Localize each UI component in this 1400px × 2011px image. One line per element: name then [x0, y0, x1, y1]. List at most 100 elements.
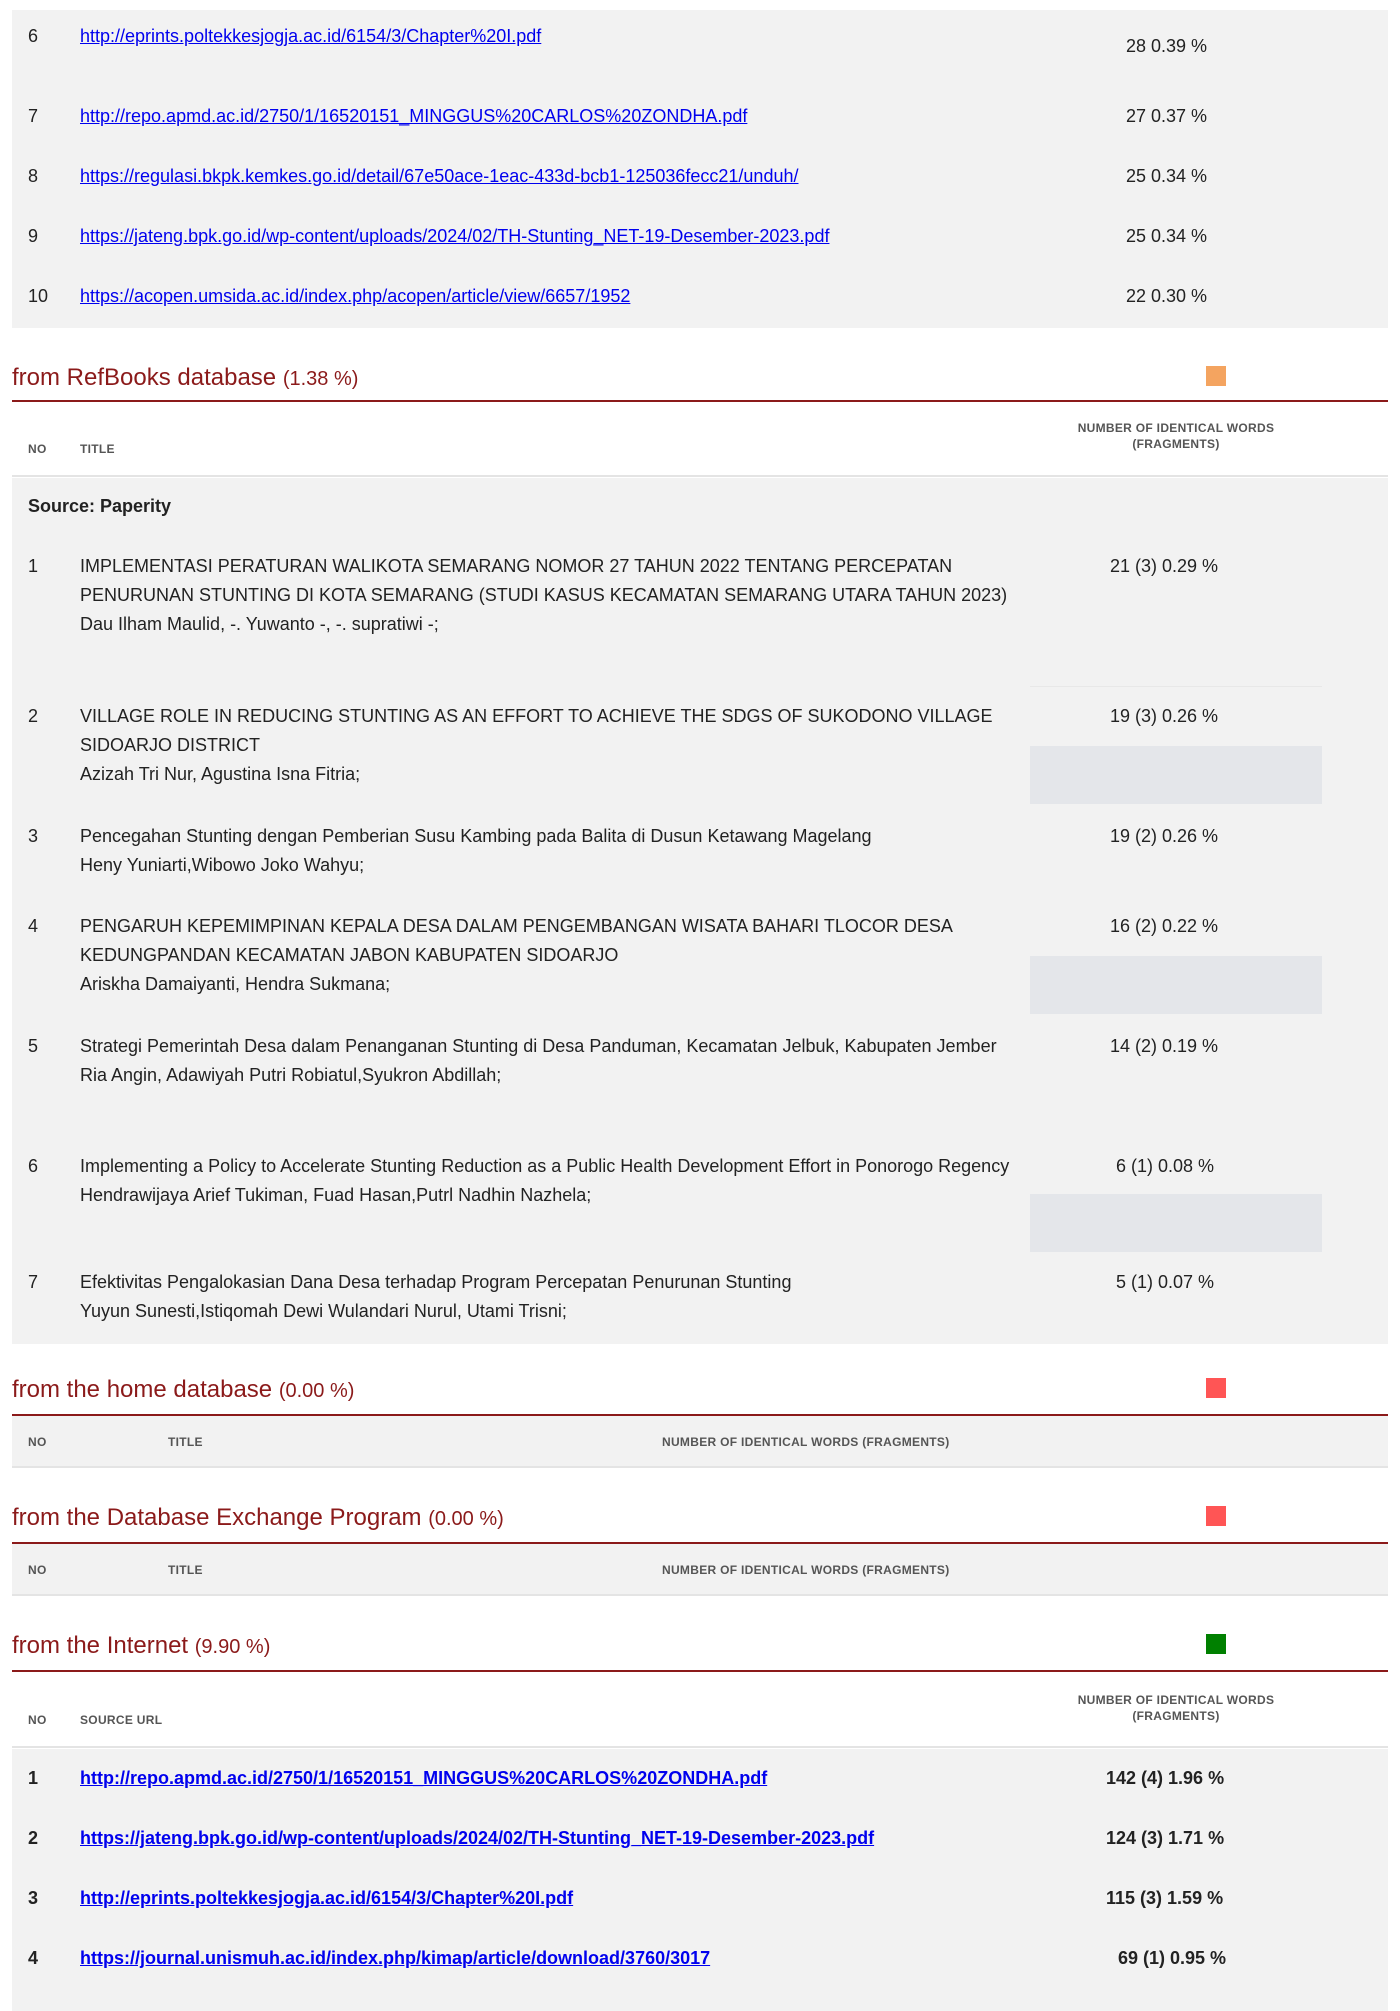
- book-entry: Efektivitas Pengalokasian Dana Desa terh…: [80, 1268, 1010, 1326]
- row-number: 9: [28, 226, 39, 246]
- match-count: 25 0.34 %: [1126, 166, 1208, 186]
- book-title: Implementing a Policy to Accelerate Stun…: [80, 1156, 1010, 1176]
- header-rule: [12, 1594, 1388, 1596]
- column-header-no: NO: [28, 1713, 47, 1727]
- column-header-url: SOURCE URL: [80, 1713, 163, 1727]
- book-entry: Pencegahan Stunting dengan Pemberian Sus…: [80, 822, 1010, 880]
- column-header-count: NUMBER OF IDENTICAL WORDS (FRAGMENTS): [1036, 1692, 1316, 1724]
- match-count: 28 0.39 %: [1126, 36, 1208, 56]
- source-link[interactable]: http://eprints.poltekkesjogja.ac.id/6154…: [80, 26, 541, 47]
- table-row: 7 http://repo.apmd.ac.id/2750/1/16520151…: [0, 106, 1400, 136]
- match-count: 69 (1) 0.95 %: [1118, 1948, 1227, 1968]
- column-header-title: TITLE: [80, 442, 115, 456]
- match-count: 142 (4) 1.96 %: [1106, 1768, 1225, 1788]
- source-link[interactable]: http://repo.apmd.ac.id/2750/1/16520151_M…: [80, 106, 747, 127]
- section-title-text: from the Internet: [12, 1632, 189, 1659]
- exchange-color-swatch: [1206, 1506, 1226, 1526]
- row-number: 8: [28, 166, 39, 186]
- match-count: 6 (1) 0.08 %: [1116, 1156, 1215, 1176]
- match-count: 22 0.30 %: [1126, 286, 1208, 306]
- column-header-count-line1: NUMBER OF IDENTICAL WORDS: [1077, 1693, 1275, 1707]
- row-number: 5: [28, 1036, 39, 1056]
- home-color-swatch: [1206, 1378, 1226, 1398]
- table-row: 6 http://eprints.poltekkesjogja.ac.id/61…: [0, 26, 1400, 56]
- section-title-text: from RefBooks database: [12, 364, 277, 391]
- book-title: IMPLEMENTASI PERATURAN WALIKOTA SEMARANG…: [80, 556, 1008, 605]
- column-header-title: TITLE: [168, 1563, 203, 1577]
- section-title-text: from the Database Exchange Program: [12, 1504, 422, 1531]
- book-entry: VILLAGE ROLE IN REDUCING STUNTING AS AN …: [80, 702, 1010, 789]
- row-number: 4: [28, 1948, 39, 1968]
- row-number: 1: [28, 556, 39, 576]
- table-row: 8 https://regulasi.bkpk.kemkes.go.id/det…: [0, 166, 1400, 196]
- match-count: 14 (2) 0.19 %: [1110, 1036, 1219, 1056]
- match-count: 25 0.34 %: [1126, 226, 1208, 246]
- book-authors: Hendrawijaya Arief Tukiman, Fuad Hasan,P…: [80, 1185, 592, 1205]
- book-entry: PENGARUH KEPEMIMPINAN KEPALA DESA DALAM …: [80, 912, 1010, 999]
- column-header-title: TITLE: [168, 1435, 203, 1449]
- row-number: 4: [28, 916, 39, 936]
- source-link[interactable]: https://jateng.bpk.go.id/wp-content/uplo…: [80, 1828, 874, 1849]
- source-link[interactable]: https://journal.unismuh.ac.id/index.php/…: [80, 1948, 710, 1969]
- column-header-count-line2: (FRAGMENTS): [1132, 437, 1220, 451]
- book-authors: Heny Yuniarti,Wibowo Joko Wahyu;: [80, 855, 365, 875]
- row-number: 2: [28, 706, 39, 726]
- row-number: 10: [28, 286, 49, 306]
- row-separator: [1030, 686, 1322, 687]
- report-page: 6 http://eprints.poltekkesjogja.ac.id/61…: [0, 0, 1400, 2011]
- book-title: VILLAGE ROLE IN REDUCING STUNTING AS AN …: [80, 706, 993, 755]
- section-percent: (1.38 %): [282, 368, 359, 390]
- table-row: 9 https://jateng.bpk.go.id/wp-content/up…: [0, 226, 1400, 256]
- match-count: 115 (3) 1.59 %: [1106, 1888, 1224, 1908]
- source-link[interactable]: https://regulasi.bkpk.kemkes.go.id/detai…: [80, 166, 798, 187]
- table-row: 10 https://acopen.umsida.ac.id/index.php…: [0, 286, 1400, 316]
- column-header-count-line1: NUMBER OF IDENTICAL WORDS: [1077, 421, 1275, 435]
- match-count: 19 (3) 0.26 %: [1110, 706, 1219, 726]
- source-link[interactable]: http://eprints.poltekkesjogja.ac.id/6154…: [80, 1888, 573, 1909]
- book-authors: Azizah Tri Nur, Agustina Isna Fitria;: [80, 764, 361, 784]
- row-number: 6: [28, 26, 39, 46]
- section-percent: (0.00 %): [278, 1380, 355, 1402]
- table-row: 3 http://eprints.poltekkesjogja.ac.id/61…: [0, 1888, 1400, 1918]
- refbooks-color-swatch: [1206, 366, 1226, 386]
- column-header-count-line2: (FRAGMENTS): [1132, 1709, 1220, 1723]
- header-rule: [12, 1746, 1388, 1748]
- source-link[interactable]: https://acopen.umsida.ac.id/index.php/ac…: [80, 286, 630, 307]
- section-title-internet: from the Internet (9.90 %): [12, 1632, 270, 1660]
- column-header-count: NUMBER OF IDENTICAL WORDS (FRAGMENTS): [662, 1435, 950, 1449]
- section-percent: (0.00 %): [428, 1508, 504, 1530]
- section-title-home: from the home database (0.00 %): [12, 1376, 354, 1404]
- row-number: 6: [28, 1156, 39, 1176]
- match-count: 124 (3) 1.71 %: [1106, 1828, 1225, 1848]
- source-link[interactable]: https://jateng.bpk.go.id/wp-content/uplo…: [80, 226, 829, 247]
- match-count: 19 (2) 0.26 %: [1110, 826, 1219, 846]
- book-entry: IMPLEMENTASI PERATURAN WALIKOTA SEMARANG…: [80, 552, 1010, 639]
- row-number: 3: [28, 1888, 39, 1908]
- section-percent: (9.90 %): [194, 1636, 271, 1658]
- match-count: 27 0.37 %: [1126, 106, 1208, 126]
- source-label: Source: Paperity: [28, 496, 172, 516]
- row-number: 3: [28, 826, 39, 846]
- book-authors: Yuyun Sunesti,Istiqomah Dewi Wulandari N…: [80, 1301, 567, 1321]
- match-bar-placeholder: [1030, 746, 1322, 804]
- source-link[interactable]: http://repo.apmd.ac.id/2750/1/16520151_M…: [80, 1768, 767, 1789]
- table-row: 4 https://journal.unismuh.ac.id/index.ph…: [0, 1948, 1400, 1978]
- table-row: 1 http://repo.apmd.ac.id/2750/1/16520151…: [0, 1768, 1400, 1798]
- match-count: 5 (1) 0.07 %: [1116, 1272, 1215, 1292]
- header-rule: [12, 475, 1388, 477]
- column-header-no: NO: [28, 442, 47, 456]
- book-title: Strategi Pemerintah Desa dalam Penangana…: [80, 1036, 997, 1056]
- book-authors: Ria Angin, Adawiyah Putri Robiatul,Syukr…: [80, 1065, 502, 1085]
- book-authors: Dau Ilham Maulid, -. Yuwanto -, -. supra…: [80, 614, 439, 634]
- column-header-no: NO: [28, 1435, 47, 1449]
- row-number: 2: [28, 1828, 39, 1848]
- book-authors: Ariskha Damaiyanti, Hendra Sukmana;: [80, 974, 391, 994]
- match-count: 21 (3) 0.29 %: [1110, 556, 1219, 576]
- column-header-count: NUMBER OF IDENTICAL WORDS (FRAGMENTS): [662, 1563, 950, 1577]
- section-divider: [12, 1670, 1388, 1672]
- section-divider: [12, 400, 1388, 402]
- match-count: 16 (2) 0.22 %: [1110, 916, 1219, 936]
- header-rule: [12, 1466, 1388, 1468]
- book-entry: Implementing a Policy to Accelerate Stun…: [80, 1152, 1010, 1210]
- row-number: 7: [28, 106, 39, 126]
